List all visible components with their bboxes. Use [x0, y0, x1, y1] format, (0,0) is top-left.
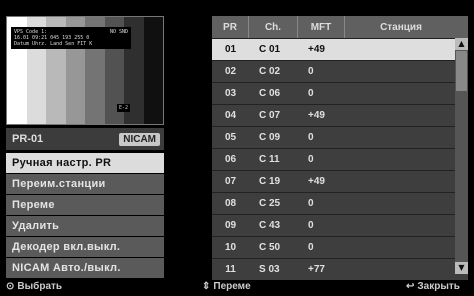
- hint-move-label: Переме: [213, 281, 251, 292]
- menu-item-delete[interactable]: Удалить: [6, 216, 164, 236]
- table-row[interactable]: 11 S 03 +77: [212, 258, 468, 280]
- table-row[interactable]: 04 C 07 +49: [212, 104, 468, 126]
- cell-station: [345, 215, 457, 236]
- cell-pr: 06: [224, 154, 237, 165]
- osd-labels: Datum Uhrz. Land Sen FIT K: [14, 41, 93, 47]
- cell-channel: C 07: [259, 110, 281, 121]
- cell-mft: 0: [308, 66, 314, 77]
- cell-mft: 0: [308, 132, 314, 143]
- column-header-mft: MFT: [298, 16, 345, 38]
- cell-pr: 10: [224, 242, 237, 253]
- table-row[interactable]: 09 C 43 0: [212, 214, 468, 236]
- return-icon: ↩: [406, 281, 415, 292]
- preview-tag: E-2: [117, 104, 131, 112]
- cell-channel: C 43: [259, 220, 281, 231]
- osd-sound: NO SND: [109, 29, 128, 35]
- table-row[interactable]: 08 C 25 0: [212, 192, 468, 214]
- program-table: PR Ch. MFT Станция 01 C 01 +49 02 C 02 0 03 C 0…: [212, 16, 468, 280]
- cell-channel: C 25: [259, 198, 281, 209]
- cell-pr: 11: [225, 264, 236, 275]
- cell-channel: C 11: [259, 154, 280, 165]
- up-down-arrows-icon: ⇕: [202, 281, 211, 292]
- cell-channel: C 50: [259, 242, 281, 253]
- scroll-thumb[interactable]: [456, 51, 467, 91]
- cell-mft: 0: [308, 88, 314, 99]
- table-row[interactable]: 06 C 11 0: [212, 148, 468, 170]
- cell-station: [345, 83, 457, 104]
- table-row[interactable]: 03 C 06 0: [212, 82, 468, 104]
- cell-pr: 03: [224, 88, 237, 99]
- column-header-station: Станция: [380, 21, 422, 33]
- column-header-channel: Ch.: [249, 16, 298, 38]
- hint-move: ⇕ Переме: [202, 281, 251, 292]
- tv-preview: VPS Code 1: NO SND 16.01 09:21 045 193 2…: [6, 16, 164, 125]
- cell-mft: +77: [308, 264, 325, 275]
- table-row[interactable]: 05 C 09 0: [212, 126, 468, 148]
- vps-osd: VPS Code 1: NO SND 16.01 09:21 045 193 2…: [11, 27, 131, 49]
- options-menu: Ручная настр. PR Переим.станции Переме У…: [6, 153, 164, 279]
- cell-station: [345, 61, 457, 82]
- ok-button-icon: ⊙: [6, 281, 15, 292]
- cell-station: [345, 259, 457, 280]
- cell-mft: +49: [308, 176, 325, 187]
- cell-station: [345, 171, 457, 192]
- cell-station: [345, 193, 457, 214]
- cell-channel: C 01: [259, 44, 281, 55]
- cell-mft: +49: [308, 44, 325, 55]
- cell-station: [345, 39, 457, 60]
- current-program-bar: PR-01 NICAM: [6, 128, 164, 150]
- cell-mft: 0: [308, 154, 314, 165]
- nicam-badge: NICAM: [119, 132, 160, 146]
- table-row[interactable]: 02 C 02 0: [212, 60, 468, 82]
- table-body: 01 C 01 +49 02 C 02 0 03 C 06 0 04 C 07 +49 05 C 09 0 0…: [212, 38, 468, 280]
- cell-mft: 0: [308, 220, 314, 231]
- cell-pr: 09: [224, 220, 237, 231]
- cell-channel: S 03: [259, 264, 280, 275]
- cell-channel: C 06: [259, 88, 281, 99]
- current-program: PR-01: [12, 133, 44, 145]
- cell-station: [345, 127, 457, 148]
- cell-pr: 05: [224, 132, 237, 143]
- hint-close-label: Закрыть: [417, 281, 460, 292]
- table-row[interactable]: 07 C 19 +49: [212, 170, 468, 192]
- cell-channel: C 19: [259, 176, 281, 187]
- cell-channel: C 09: [259, 132, 281, 143]
- table-row[interactable]: 01 C 01 +49: [212, 38, 468, 60]
- cell-mft: +49: [308, 110, 325, 121]
- table-row[interactable]: 10 C 50 0: [212, 236, 468, 258]
- menu-item-move[interactable]: Переме: [6, 195, 164, 215]
- cell-pr: 07: [224, 176, 237, 187]
- cell-mft: 0: [308, 242, 314, 253]
- cell-pr: 01: [224, 44, 237, 55]
- hint-select-label: Выбрать: [17, 281, 63, 292]
- scroll-down-arrow-icon[interactable]: ▼: [455, 262, 468, 274]
- menu-item-rename-station[interactable]: Переим.станции: [6, 174, 164, 194]
- cell-mft: 0: [308, 198, 314, 209]
- cell-pr: 08: [224, 198, 237, 209]
- cell-pr: 02: [224, 66, 237, 77]
- menu-item-nicam-toggle[interactable]: NICAM Авто./выкл.: [6, 258, 164, 278]
- hint-close: ↩ Закрыть: [406, 281, 460, 292]
- scroll-up-arrow-icon[interactable]: ▲: [455, 38, 468, 50]
- column-header-pr: PR: [212, 16, 249, 38]
- cell-channel: C 02: [259, 66, 281, 77]
- button-hint-bar: ⊙ Выбрать ⇕ Переме ↩ Закрыть: [0, 278, 474, 296]
- scrollbar[interactable]: ▲ ▼: [455, 38, 468, 274]
- hint-select: ⊙ Выбрать: [6, 281, 62, 292]
- cell-station: [345, 237, 457, 258]
- menu-item-decoder-toggle[interactable]: Декодер вкл.выкл.: [6, 237, 164, 257]
- table-header: PR Ch. MFT Станция: [212, 16, 468, 38]
- cell-station: [345, 149, 457, 170]
- cell-station: [345, 105, 457, 126]
- cell-pr: 04: [224, 110, 237, 121]
- menu-item-manual-tune[interactable]: Ручная настр. PR: [6, 153, 164, 173]
